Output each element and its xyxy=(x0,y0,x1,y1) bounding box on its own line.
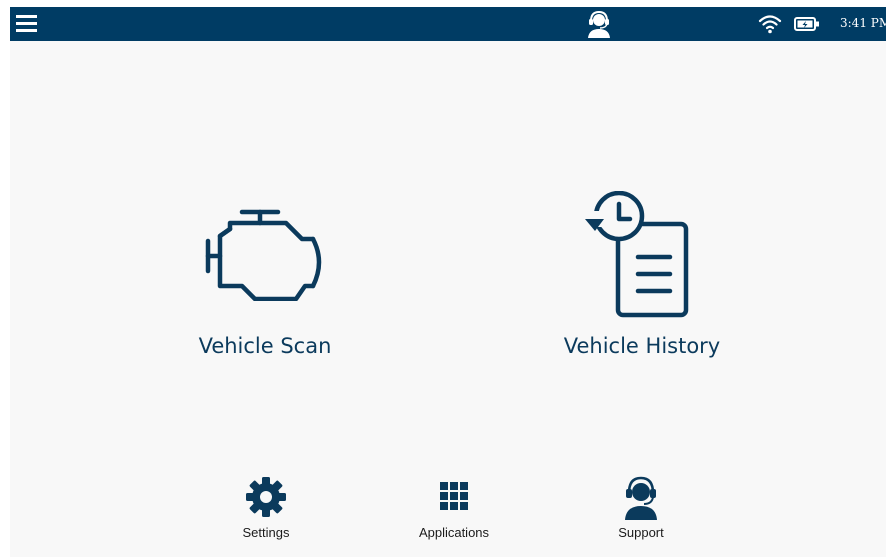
grid-icon xyxy=(440,482,468,510)
vehicle-scan-tile[interactable]: Vehicle Scan xyxy=(165,197,365,367)
clock-time: 3:41 PM xyxy=(840,16,886,30)
battery-charging-icon xyxy=(794,16,820,32)
support-label: Support xyxy=(618,525,664,540)
app-screen: 3:41 PM Vehicle Scan Vehicle History Set… xyxy=(10,7,886,557)
settings-label: Settings xyxy=(242,525,290,540)
gear-icon xyxy=(246,477,286,517)
status-bar: 3:41 PM xyxy=(10,7,886,41)
engine-icon xyxy=(205,209,322,301)
settings-button[interactable]: Settings xyxy=(216,475,316,545)
hamburger-menu-icon[interactable] xyxy=(15,13,39,35)
history-document-icon xyxy=(585,191,689,318)
applications-label: Applications xyxy=(418,525,490,540)
vehicle-scan-label: Vehicle Scan xyxy=(198,334,332,358)
wifi-icon xyxy=(758,14,782,34)
applications-button[interactable]: Applications xyxy=(404,475,504,545)
support-button[interactable]: Support xyxy=(591,475,691,545)
vehicle-history-label: Vehicle History xyxy=(563,334,721,358)
support-agent-icon[interactable] xyxy=(586,10,612,38)
support-agent-icon xyxy=(625,476,657,520)
vehicle-history-tile[interactable]: Vehicle History xyxy=(552,189,732,369)
